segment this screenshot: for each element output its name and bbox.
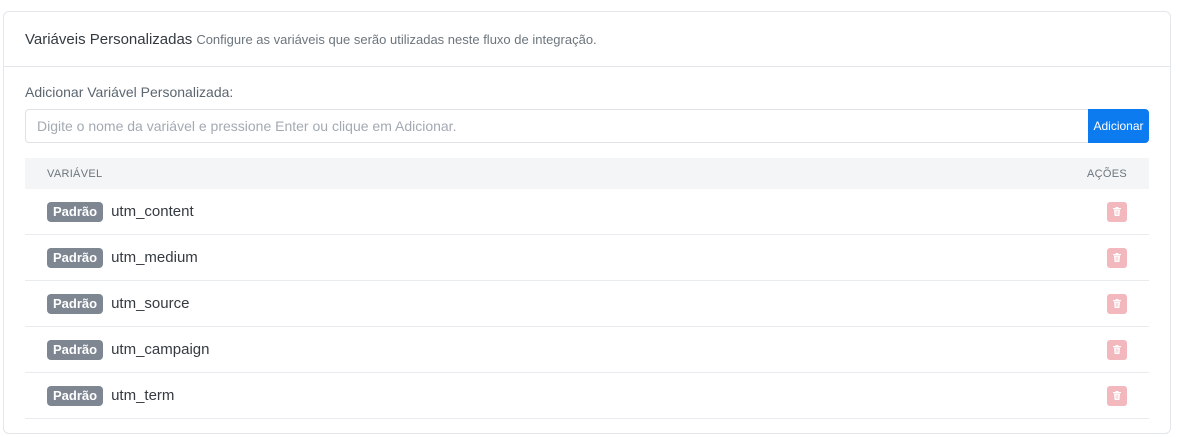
card-title: Variáveis Personalizadas bbox=[25, 30, 193, 48]
variable-name: utm_source bbox=[111, 295, 190, 312]
add-variable-input-group: Adicionar bbox=[25, 109, 1149, 143]
variable-cell: Padrão utm_term bbox=[47, 385, 175, 406]
add-variable-button[interactable]: Adicionar bbox=[1088, 109, 1149, 143]
delete-button[interactable] bbox=[1107, 385, 1127, 406]
default-badge: Padrão bbox=[47, 247, 104, 268]
default-badge: Padrão bbox=[47, 293, 104, 314]
trash-icon bbox=[1113, 295, 1121, 313]
trash-icon bbox=[1113, 203, 1121, 221]
variable-cell: Padrão utm_campaign bbox=[47, 339, 210, 360]
card-header: Variáveis Personalizadas Configure as va… bbox=[4, 12, 1170, 67]
delete-button[interactable] bbox=[1107, 293, 1127, 314]
variable-name-input[interactable] bbox=[25, 109, 1088, 143]
trash-icon bbox=[1113, 387, 1121, 405]
variable-cell: Padrão utm_medium bbox=[47, 247, 198, 268]
variable-name: utm_medium bbox=[111, 249, 198, 266]
table-body: Padrão utm_content Padrão utm_medium Pad… bbox=[25, 189, 1149, 419]
table-row: Padrão utm_source bbox=[25, 281, 1149, 327]
custom-variables-card: Variáveis Personalizadas Configure as va… bbox=[3, 11, 1171, 434]
table-row: Padrão utm_medium bbox=[25, 235, 1149, 281]
card-subtitle: Configure as variáveis que serão utiliza… bbox=[196, 31, 597, 47]
delete-button[interactable] bbox=[1107, 247, 1127, 268]
variable-cell: Padrão utm_content bbox=[47, 201, 194, 222]
column-header-actions: AÇÕES bbox=[1086, 167, 1127, 180]
trash-icon bbox=[1113, 341, 1121, 359]
delete-button[interactable] bbox=[1107, 201, 1127, 222]
table-row: Padrão utm_campaign bbox=[25, 327, 1149, 373]
add-variable-label: Adicionar Variável Personalizada: bbox=[25, 84, 234, 100]
default-badge: Padrão bbox=[47, 339, 104, 360]
column-header-variable: VARIÁVEL bbox=[47, 167, 103, 180]
variable-name: utm_term bbox=[111, 387, 175, 404]
table-row: Padrão utm_content bbox=[25, 189, 1149, 235]
variable-name: utm_content bbox=[111, 203, 194, 220]
default-badge: Padrão bbox=[47, 385, 104, 406]
variable-cell: Padrão utm_source bbox=[47, 293, 190, 314]
variable-name: utm_campaign bbox=[111, 341, 210, 358]
card-body: Adicionar Variável Personalizada: Adicio… bbox=[4, 67, 1170, 419]
delete-button[interactable] bbox=[1107, 339, 1127, 360]
table-row: Padrão utm_term bbox=[25, 373, 1149, 419]
variables-table: VARIÁVEL AÇÕES Padrão utm_content Padrão… bbox=[25, 158, 1149, 419]
trash-icon bbox=[1113, 249, 1121, 267]
table-header: VARIÁVEL AÇÕES bbox=[25, 158, 1149, 189]
default-badge: Padrão bbox=[47, 201, 104, 222]
